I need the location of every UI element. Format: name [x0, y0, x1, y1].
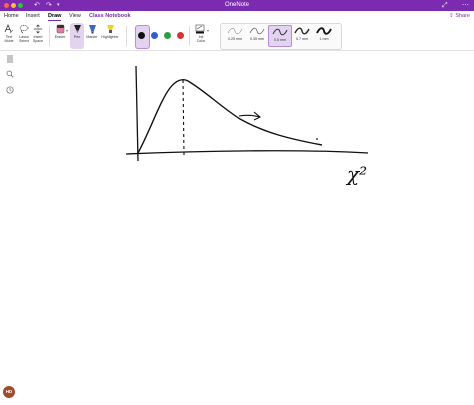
- x-axis-stroke: [125, 150, 369, 155]
- thickness-0-25mm[interactable]: 0.25 mm: [224, 25, 246, 45]
- thickness-0-7mm[interactable]: 0.7 mm: [291, 25, 313, 45]
- eraser-icon: [56, 24, 64, 34]
- ink-color-icon: [195, 24, 205, 34]
- insert-space-label-2: Space: [32, 39, 44, 43]
- tab-draw[interactable]: Draw: [48, 13, 62, 21]
- pen-tool[interactable]: Pen: [70, 24, 84, 39]
- ribbon-divider: [49, 26, 50, 46]
- thickness-label: 1 mm: [319, 37, 329, 41]
- thickness-label: 0.7 mm: [296, 37, 308, 41]
- chi-squared-label: χ²: [345, 162, 367, 186]
- eraser-label: Eraser: [54, 35, 66, 39]
- thickness-label: 0.25 mm: [228, 37, 242, 41]
- tab-class-notebook[interactable]: Class Notebook: [89, 13, 131, 19]
- dashed-peak-line: [182, 79, 185, 156]
- thickness-0-35mm[interactable]: 0.35 mm: [246, 25, 268, 45]
- thickness-label: 0.35 mm: [250, 37, 264, 41]
- marker-icon: [88, 25, 96, 34]
- avatar[interactable]: HD: [3, 386, 15, 398]
- lasso-select-icon: [19, 25, 29, 34]
- text-mode-icon: [4, 24, 14, 34]
- ink-color-button[interactable]: Ink Color: [192, 24, 210, 43]
- app-title: OneNote: [224, 2, 249, 8]
- dot-mark: [316, 138, 318, 140]
- note-canvas[interactable]: χ²: [20, 51, 474, 400]
- ink-color-dropdown-icon[interactable]: ▾: [207, 28, 209, 33]
- lasso-label-2: Select: [19, 39, 29, 43]
- squiggle-icon: [294, 27, 310, 35]
- notebooks-icon[interactable]: [5, 55, 14, 64]
- share-icon: ⇪: [449, 13, 454, 19]
- color-swatch-blue[interactable]: [151, 32, 158, 39]
- eraser-dropdown-icon[interactable]: ▾: [66, 28, 68, 33]
- share-button[interactable]: ⇪ Share: [449, 13, 470, 19]
- ribbon-divider: [126, 26, 127, 46]
- marker-tool[interactable]: Marker: [85, 24, 99, 39]
- color-swatch-green[interactable]: [164, 32, 171, 39]
- insert-space-icon: [34, 24, 42, 34]
- share-label: Share: [455, 13, 470, 19]
- lasso-select-button[interactable]: Lasso Select: [17, 24, 31, 43]
- squiggle-thin-icon: [227, 28, 243, 34]
- eraser-tool[interactable]: Eraser: [53, 24, 67, 39]
- thickness-1mm[interactable]: 1 mm: [313, 25, 335, 45]
- pen-icon: [73, 25, 81, 33]
- y-axis-stroke: [135, 65, 139, 162]
- tab-view[interactable]: View: [69, 13, 81, 19]
- distribution-curve-stroke: [137, 79, 323, 154]
- expand-icon[interactable]: ⤢: [442, 1, 448, 10]
- ribbon-divider: [189, 26, 190, 46]
- window-titlebar: ↶ ↷ ▾ OneNote ⤢ ⋯: [0, 0, 474, 11]
- ink-color-label-2: Color: [196, 39, 206, 43]
- tab-home[interactable]: Home: [4, 13, 19, 19]
- thickness-label: 0.5 mm: [274, 38, 286, 42]
- highlighter-icon: [106, 25, 114, 33]
- marker-label: Marker: [86, 35, 98, 39]
- recent-icon[interactable]: [5, 86, 14, 95]
- tab-insert[interactable]: Insert: [26, 13, 40, 19]
- squiggle-icon: [272, 28, 288, 36]
- highlighter-label: Highlighter: [101, 35, 119, 39]
- pen-label: Pen: [73, 35, 81, 39]
- search-icon[interactable]: [5, 70, 14, 79]
- highlighter-tool[interactable]: Highlighter: [100, 24, 120, 39]
- squiggle-thick-icon: [316, 27, 332, 35]
- color-swatch-red[interactable]: [177, 32, 184, 39]
- ink-sketch: χ²: [125, 65, 369, 186]
- thickness-0-5mm-selected[interactable]: 0.5 mm: [268, 25, 292, 47]
- color-swatch-black[interactable]: [138, 32, 145, 39]
- arrow-stroke: [238, 111, 261, 121]
- squiggle-icon: [249, 27, 265, 35]
- draw-ribbon: Text Mode Lasso Select Insert Space Eras…: [0, 22, 474, 51]
- text-mode-label-2: Mode: [4, 39, 14, 43]
- menu-tab-bar: Home Insert Draw View Class Notebook ⇪ S…: [0, 11, 474, 22]
- more-icon[interactable]: ⋯: [462, 1, 469, 10]
- text-mode-button[interactable]: Text Mode: [2, 24, 16, 43]
- insert-space-button[interactable]: Insert Space: [31, 24, 45, 43]
